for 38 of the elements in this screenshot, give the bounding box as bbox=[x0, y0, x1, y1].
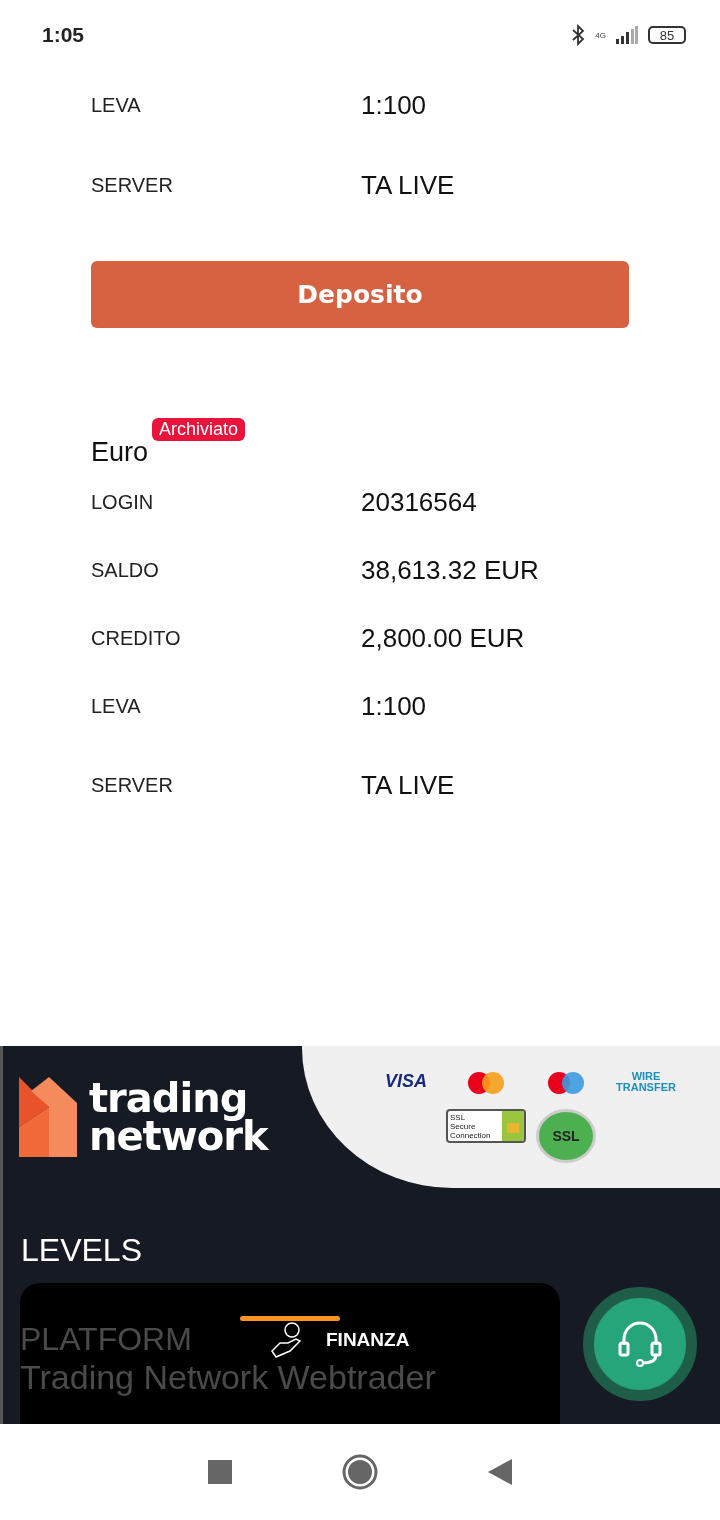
headset-icon bbox=[618, 1319, 662, 1369]
ssl-badge: SSL Secure Connection bbox=[446, 1109, 526, 1143]
wire-transfer-logo: WIRE TRANSFER bbox=[616, 1071, 676, 1095]
sheet-label[interactable]: FINANZA bbox=[326, 1329, 410, 1351]
mastercard-icon bbox=[467, 1071, 505, 1095]
home-button[interactable] bbox=[342, 1454, 378, 1490]
field-label: LEVA bbox=[91, 93, 142, 117]
field-value: 38,613.32 EUR bbox=[361, 554, 539, 586]
network-type: 4G bbox=[595, 30, 606, 40]
bluetooth-icon bbox=[571, 24, 586, 46]
field-value: TA LIVE bbox=[361, 169, 455, 201]
field-label: LEVA bbox=[91, 694, 142, 718]
status-time: 1:05 bbox=[42, 23, 85, 47]
field-label: CREDITO bbox=[91, 626, 182, 650]
section-heading: LEVELS bbox=[21, 1232, 143, 1269]
battery-indicator: 85 bbox=[648, 26, 686, 44]
deposit-button[interactable]: Deposito bbox=[91, 261, 629, 328]
signal-icon bbox=[616, 26, 638, 44]
field-label: SERVER bbox=[91, 773, 174, 797]
field-value: 1:100 bbox=[361, 690, 427, 722]
field-value: 1:100 bbox=[361, 89, 427, 121]
visa-logo: VISA bbox=[385, 1071, 427, 1093]
ssl-seal: SSL bbox=[536, 1109, 596, 1163]
back-button[interactable] bbox=[488, 1459, 512, 1485]
field-value: 2,800.00 EUR bbox=[361, 622, 525, 654]
drag-handle[interactable] bbox=[240, 1316, 340, 1321]
card-subtitle: Trading Network Webtrader bbox=[20, 1358, 436, 1397]
account-currency: Euro bbox=[91, 437, 149, 468]
logo-icon bbox=[19, 1077, 77, 1157]
field-label: SERVER bbox=[91, 173, 174, 197]
card-title: PLATFORM bbox=[20, 1321, 192, 1358]
brand-logo: trading network bbox=[89, 1079, 268, 1155]
status-badge: Archiviato bbox=[152, 418, 246, 441]
field-label: LOGIN bbox=[91, 490, 155, 514]
field-value: 20316564 bbox=[361, 486, 477, 518]
field-label: SALDO bbox=[91, 558, 160, 582]
field-value: TA LIVE bbox=[361, 769, 455, 801]
maestro-icon bbox=[547, 1071, 585, 1095]
